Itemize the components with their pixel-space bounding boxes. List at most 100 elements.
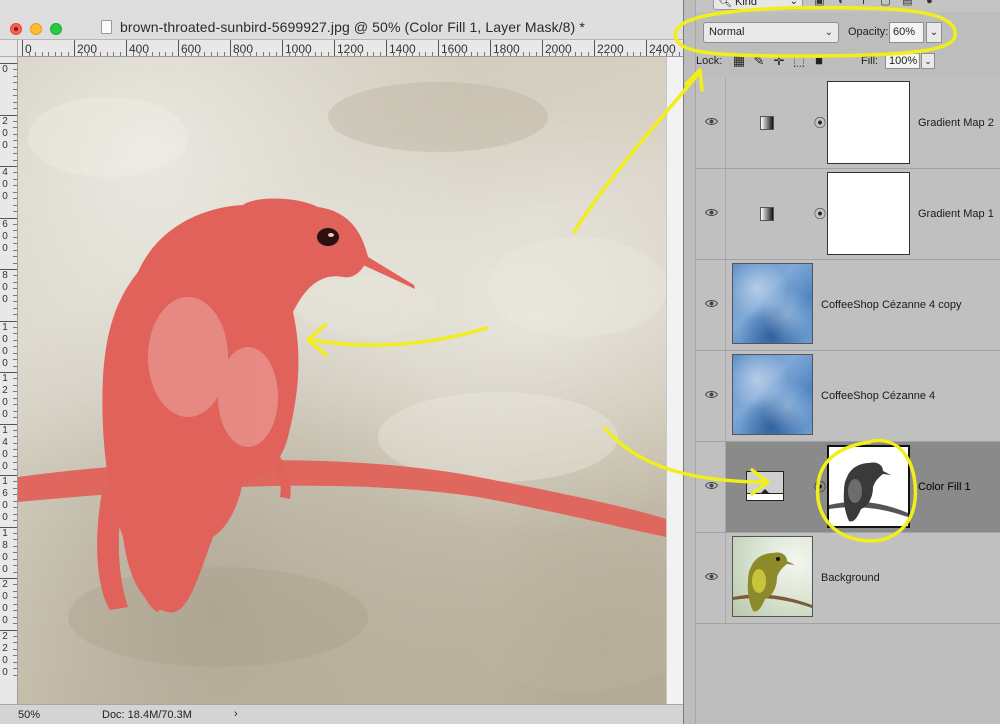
- ruler-minor-tick: [13, 397, 17, 399]
- lock-transparent-pixels-icon[interactable]: ▦: [732, 54, 746, 68]
- filter-smart-object-icon[interactable]: ▤: [902, 0, 913, 7]
- vertical-ruler[interactable]: 0 200 400 600 800 1000 1200 1400 1600 1800 2000 220…: [0, 57, 18, 704]
- visibility-toggle[interactable]: [696, 442, 726, 532]
- ruler-minor-tick: [262, 52, 264, 56]
- visibility-toggle[interactable]: [696, 533, 726, 623]
- ruler-minor-tick: [13, 655, 17, 657]
- ruler-minor-tick: [171, 52, 173, 56]
- ruler-minor-tick: [613, 52, 615, 56]
- filter-kind-dropdown[interactable]: 🔍︎ Kind ⌄: [713, 0, 803, 10]
- chevron-down-icon: ⌄: [824, 27, 833, 38]
- ruler-minor-tick: [13, 88, 17, 90]
- layer-row-coffeeshop-cezanne-4-copy[interactable]: CoffeeShop Cézanne 4 copy: [696, 260, 1000, 351]
- document-canvas[interactable]: [18, 57, 666, 704]
- layer-row-background[interactable]: Background: [696, 533, 1000, 624]
- link-chain-icon[interactable]: ⦿: [814, 205, 826, 222]
- ruler-major-tick: [594, 40, 595, 56]
- ruler-minor-tick: [13, 153, 17, 155]
- chevron-down-icon: ⌄: [789, 0, 798, 7]
- visibility-toggle[interactable]: [696, 169, 726, 259]
- bird-mask-preview: [829, 447, 908, 526]
- ruler-v-label: 1200: [2, 373, 8, 420]
- status-bar: 50% Doc: 18.4M/70.3M ›: [0, 704, 683, 724]
- ruler-minor-tick: [256, 52, 257, 56]
- status-menu-arrow-icon[interactable]: ›: [234, 708, 238, 720]
- fill-slider-toggle[interactable]: ⌄: [921, 53, 935, 69]
- layer-row-gradient-map-2[interactable]: ⦿ Gradient Map 2: [696, 78, 1000, 169]
- layer-mask-thumbnail[interactable]: [827, 81, 910, 164]
- ruler-origin[interactable]: [0, 40, 18, 57]
- ruler-minor-tick: [574, 52, 576, 56]
- ruler-minor-tick: [13, 223, 17, 225]
- ruler-minor-tick: [503, 52, 504, 56]
- layer-row-coffeeshop-cezanne-4[interactable]: CoffeeShop Cézanne 4: [696, 351, 1000, 442]
- opacity-field[interactable]: 60%: [889, 22, 924, 43]
- ruler-minor-tick: [13, 352, 17, 354]
- layer-thumbnail[interactable]: [732, 536, 813, 617]
- ruler-minor-tick: [301, 52, 303, 56]
- ruler-minor-tick: [555, 52, 556, 56]
- link-chain-icon[interactable]: ⦿: [814, 114, 826, 131]
- horizontal-ruler[interactable]: 0 200 400 600 800 1000 1200 1400 1600 1800 2000 220…: [18, 40, 683, 57]
- ruler-minor-tick: [13, 101, 17, 103]
- visibility-toggle[interactable]: [696, 351, 726, 441]
- lock-artboard-icon[interactable]: ⬚: [792, 54, 806, 68]
- filter-pixel-icon[interactable]: ▣: [814, 0, 825, 7]
- ruler-minor-tick: [13, 635, 17, 637]
- layer-mask-thumbnail[interactable]: [827, 445, 910, 528]
- layer-thumbnail[interactable]: [732, 263, 813, 344]
- ruler-v-label: 1400: [2, 424, 8, 472]
- minimize-window-button[interactable]: [30, 23, 42, 35]
- ruler-minor-tick: [13, 159, 17, 161]
- ruler-minor-tick: [13, 75, 17, 77]
- ruler-minor-tick: [13, 236, 17, 238]
- opacity-slider-toggle[interactable]: ⌄: [926, 22, 942, 43]
- ruler-minor-tick: [41, 52, 43, 56]
- filter-type-icon[interactable]: T: [858, 0, 869, 7]
- ruler-minor-tick: [13, 584, 17, 586]
- lock-all-icon[interactable]: ■: [812, 54, 826, 68]
- visibility-toggle[interactable]: [696, 260, 726, 350]
- visibility-toggle[interactable]: [696, 78, 726, 168]
- color-fill-icon[interactable]: [746, 471, 784, 501]
- link-chain-icon[interactable]: ⦿: [814, 478, 826, 495]
- ruler-minor-tick: [620, 52, 621, 56]
- lock-row: Lock: ▦ ✎ ✛ ⬚ ■ Fill: 100% ⌄: [696, 53, 1000, 71]
- ruler-minor-tick: [165, 52, 166, 56]
- ruler-minor-tick: [13, 359, 17, 361]
- ruler-minor-tick: [13, 95, 17, 97]
- document-title-bar[interactable]: brown-throated-sunbird-5699927.jpg @ 50%…: [0, 0, 683, 40]
- ruler-minor-tick: [13, 642, 17, 644]
- ruler-major-tick: [230, 40, 231, 56]
- blend-mode-dropdown[interactable]: Normal ⌄: [703, 22, 839, 43]
- eye-icon: [705, 118, 718, 125]
- filter-toggle-icon[interactable]: ●: [924, 0, 935, 7]
- ruler-minor-tick: [13, 500, 17, 502]
- zoom-level-field[interactable]: 50%: [18, 709, 40, 721]
- ruler-v-label: 1600: [2, 476, 8, 523]
- ruler-minor-tick: [13, 616, 17, 618]
- close-window-button[interactable]: [10, 23, 22, 35]
- ruler-minor-tick: [431, 52, 433, 56]
- zoom-window-button[interactable]: [50, 23, 62, 35]
- ruler-major-tick: [126, 40, 127, 56]
- filter-shape-icon[interactable]: ▢: [880, 0, 891, 7]
- ruler-minor-tick: [13, 481, 17, 483]
- layer-row-gradient-map-1[interactable]: ⦿ Gradient Map 1: [696, 169, 1000, 260]
- layer-row-color-fill-1[interactable]: ⦿ Color Fill 1: [696, 442, 1000, 533]
- document-window: brown-throated-sunbird-5699927.jpg @ 50%…: [0, 0, 683, 724]
- ruler-minor-tick: [113, 52, 114, 56]
- layer-mask-thumbnail[interactable]: [827, 172, 910, 255]
- canvas-vertical-scrollbar[interactable]: [666, 57, 683, 704]
- fill-field[interactable]: 100%: [885, 53, 920, 69]
- filter-adjustment-icon[interactable]: ◐: [836, 0, 847, 7]
- ruler-minor-tick: [13, 442, 17, 444]
- ruler-minor-tick: [249, 52, 251, 56]
- lock-image-pixels-icon[interactable]: ✎: [752, 54, 766, 68]
- layer-thumbnail[interactable]: [732, 354, 813, 435]
- ruler-minor-tick: [13, 191, 17, 193]
- gradient-map-adjustment-icon: [760, 207, 774, 221]
- lock-position-icon[interactable]: ✛: [772, 54, 786, 68]
- ruler-minor-tick: [61, 52, 62, 56]
- ruler-minor-tick: [321, 52, 322, 56]
